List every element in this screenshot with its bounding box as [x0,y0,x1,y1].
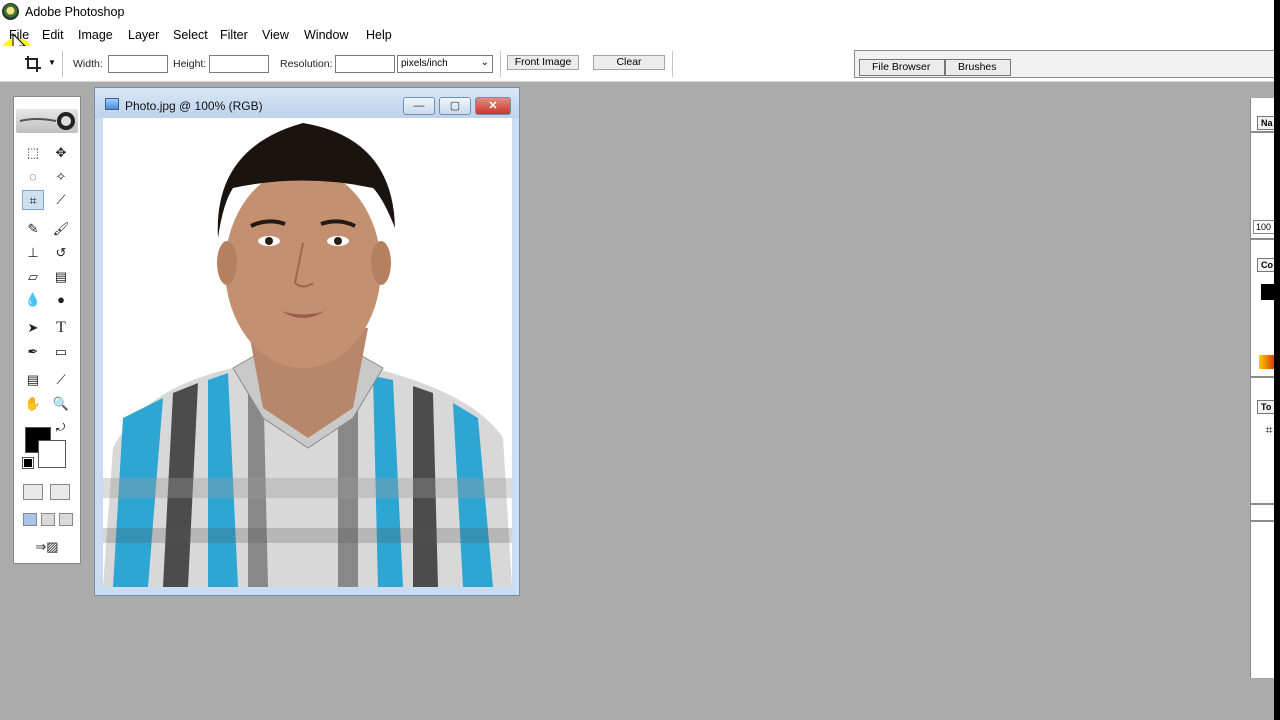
standard-mode-icon[interactable] [23,484,43,500]
type-tool-icon[interactable]: T [50,318,72,338]
hand-tool-icon[interactable]: ✋ [22,394,44,414]
magic-wand-icon[interactable]: ✧ [50,167,72,187]
screen-edge [1274,0,1280,720]
width-label: Width: [73,58,103,70]
height-label: Height: [173,58,207,70]
history-brush-icon[interactable]: ↺ [50,243,72,263]
portrait-photo-image [103,123,512,587]
pen-tool-icon[interactable]: ✒ [22,342,44,362]
dodge-tool-icon[interactable]: ● [50,290,72,310]
menu-help[interactable]: Help [364,27,394,43]
feather-logo-icon [19,112,75,130]
toolbox-header-logo[interactable] [16,109,78,133]
zoom-tool-icon[interactable]: 🔍 [50,394,72,414]
tool-preset-dropdown-icon[interactable]: ▼ [48,58,56,67]
options-separator [500,51,501,77]
eyedropper-icon[interactable]: ⟋ [50,370,72,390]
standard-screen-mode-icon[interactable] [23,513,37,526]
tab-brushes[interactable]: Brushes [945,59,1011,76]
notes-tool-icon[interactable]: ▤ [22,370,44,390]
clone-stamp-icon[interactable]: ⊥ [22,243,44,263]
jump-to-imageready-icon[interactable]: ⇒▨ [22,537,72,557]
menu-view[interactable]: View [260,27,291,43]
brush-tool-icon[interactable]: 🖌 [50,219,72,239]
app-titlebar: Adobe Photoshop [0,0,1280,24]
eraser-tool-icon[interactable]: ▱ [22,267,44,287]
menu-bar: File Edit Image Layer Select Filter View… [0,24,1280,72]
menu-layer[interactable]: Layer [126,27,161,43]
document-window: Photo.jpg @ 100% (RGB) — ▢ ✕ [94,87,520,596]
resolution-units-value: pixels/inch [401,58,448,69]
menu-select[interactable]: Select [171,27,210,43]
gradient-tool-icon[interactable]: ▤ [50,267,72,287]
document-icon [105,98,119,110]
app-title: Adobe Photoshop [25,5,125,19]
clear-button[interactable]: Clear [593,55,665,70]
resolution-label: Resolution: [280,58,333,70]
blur-tool-icon[interactable]: 💧 [22,290,44,310]
photoshop-app-icon [2,3,19,20]
image-canvas[interactable] [103,118,512,587]
color-panel-swatch[interactable] [1261,284,1275,300]
front-image-button[interactable]: Front Image [507,55,579,70]
options-separator [672,51,673,77]
shape-tool-icon[interactable]: ▭ [50,342,72,362]
menu-window[interactable]: Window [302,27,350,43]
options-separator [62,51,63,77]
path-selection-icon[interactable]: ➤ [22,318,44,338]
toolbox: ⬚ ✥ ◌ ✧ ⌗ ⟋ ✎ 🖌 ⊥ ↺ ▱ ▤ 💧 ● ➤ T ✒ ▭ ▤ ⟋ … [13,96,81,564]
close-button[interactable]: ✕ [475,97,511,115]
healing-brush-icon[interactable]: ✎ [22,219,44,239]
height-input[interactable] [209,55,269,73]
swap-colors-icon[interactable]: ⤾ [56,422,65,435]
crop-tool-icon[interactable] [24,55,42,73]
quick-mask-mode-icon[interactable] [50,484,70,500]
resolution-input[interactable] [335,55,395,73]
document-title: Photo.jpg @ 100% (RGB) [125,99,263,113]
document-titlebar[interactable]: Photo.jpg @ 100% (RGB) — ▢ ✕ [95,88,519,118]
tab-file-browser[interactable]: File Browser [859,59,945,76]
menu-edit[interactable]: Edit [40,27,66,43]
chevron-down-icon: ⌄ [480,57,489,68]
menu-filter[interactable]: Filter [218,27,250,43]
menu-image[interactable]: Image [76,27,115,43]
default-colors-icon[interactable] [22,457,34,469]
full-screen-menu-mode-icon[interactable] [41,513,55,526]
move-tool-icon[interactable]: ✥ [50,143,72,163]
resolution-units-select[interactable]: pixels/inch ⌄ [397,55,493,73]
background-color-swatch[interactable] [38,440,66,468]
marquee-tool-icon[interactable]: ⬚ [22,143,44,163]
lasso-tool-icon[interactable]: ◌ [22,167,44,187]
slice-tool-icon[interactable]: ⟋ [50,190,72,210]
width-input[interactable] [108,55,168,73]
minimize-button[interactable]: — [403,97,435,115]
full-screen-mode-icon[interactable] [59,513,73,526]
maximize-button[interactable]: ▢ [439,97,471,115]
palette-well: File Browser Brushes [854,50,1278,78]
crop-tool-button-icon[interactable]: ⌗ [22,190,44,210]
